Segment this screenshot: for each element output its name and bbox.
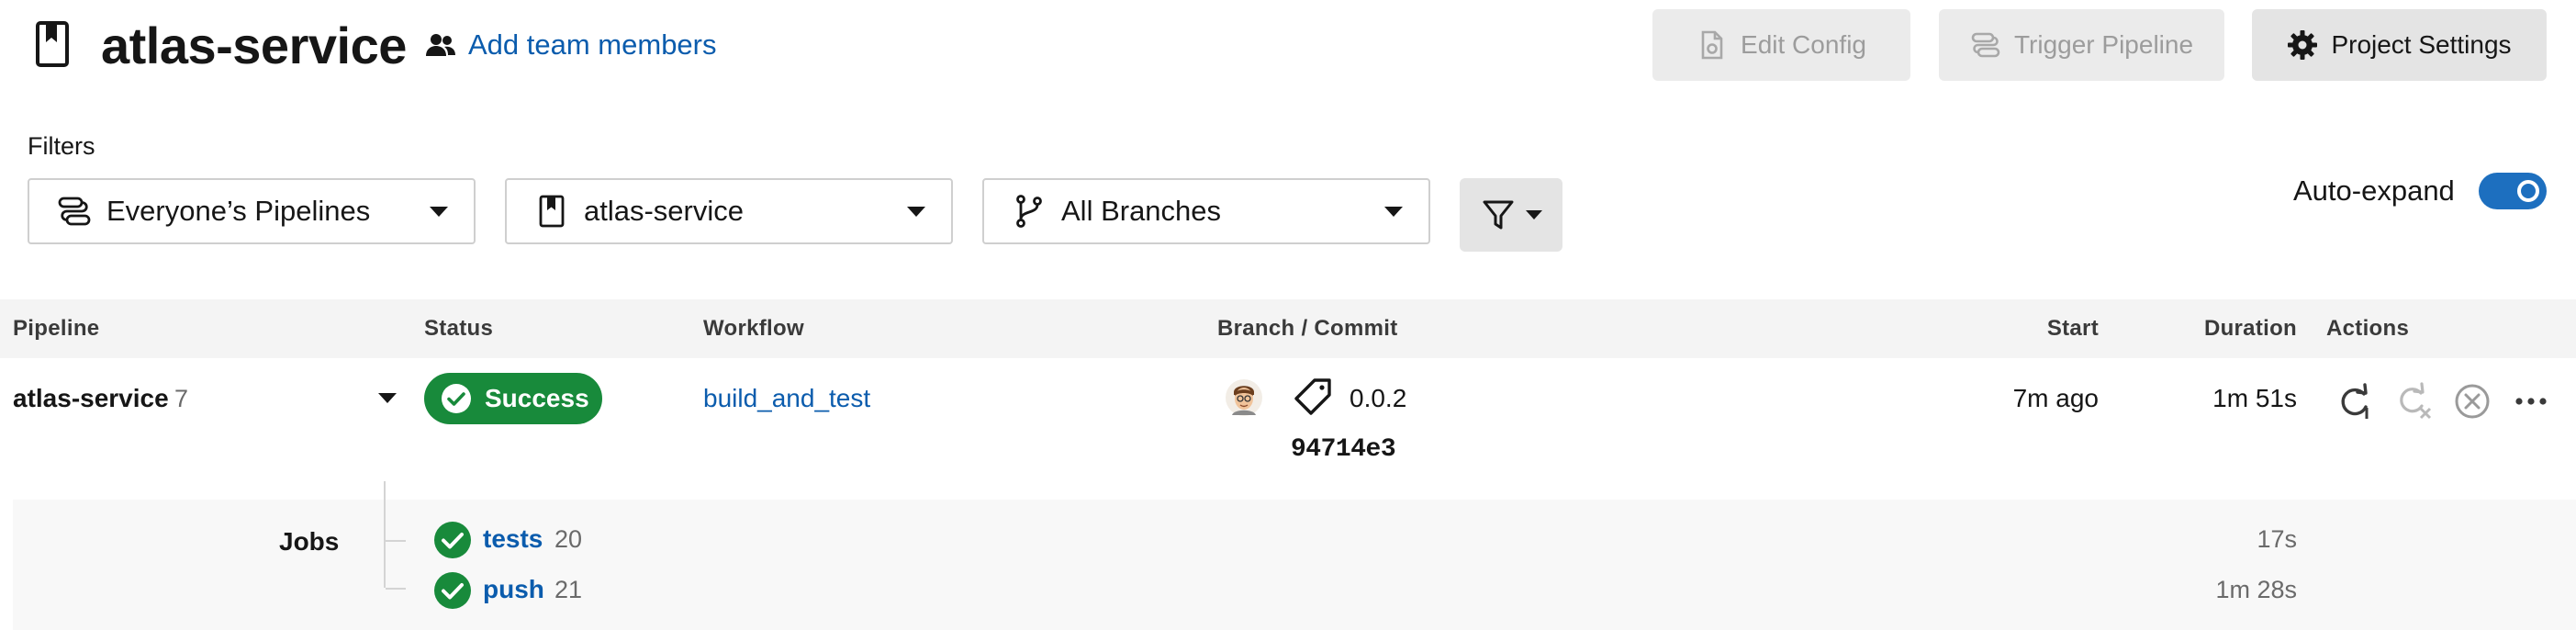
- commit-hash[interactable]: 94714e3: [1291, 432, 1396, 468]
- branches-filter-dropdown[interactable]: All Branches: [982, 178, 1430, 244]
- pipeline-icon: [1971, 32, 2000, 58]
- project-bookmark-icon: [36, 21, 69, 67]
- check-circle-icon: [434, 522, 471, 558]
- funnel-icon: [1483, 200, 1514, 230]
- job-link-push[interactable]: push: [483, 571, 544, 608]
- status-badge[interactable]: Success: [424, 373, 602, 424]
- branches-filter-value: All Branches: [1061, 195, 1222, 227]
- column-header-duration: Duration: [2203, 316, 2297, 341]
- avatar[interactable]: [1225, 378, 1263, 417]
- filters-label: Filters: [28, 132, 95, 160]
- jobs-label: Jobs: [279, 527, 340, 556]
- jobs-panel: [13, 500, 2576, 630]
- column-header-branch-commit: Branch / Commit: [1217, 316, 1398, 341]
- trigger-pipeline-button[interactable]: Trigger Pipeline: [1939, 9, 2224, 81]
- rerun-failed-icon[interactable]: [2394, 382, 2433, 421]
- pipeline-duration: 1m 51s: [2212, 384, 2297, 412]
- git-branch-icon: [1016, 195, 1042, 228]
- chevron-down-icon: [430, 206, 448, 217]
- job-duration: 1m 28s: [2215, 576, 2297, 603]
- trigger-pipeline-label: Trigger Pipeline: [2013, 30, 2194, 59]
- check-circle-icon: [434, 572, 471, 609]
- workflow-link[interactable]: build_and_test: [703, 380, 870, 417]
- pipeline-icon: [58, 197, 91, 226]
- job-duration: 17s: [2257, 525, 2297, 553]
- jobs-tree-line: [384, 481, 386, 588]
- edit-config-label: Edit Config: [1741, 30, 1866, 59]
- check-circle-icon: [442, 384, 471, 413]
- tag-icon: [1294, 378, 1331, 415]
- column-header-pipeline: Pipeline: [13, 316, 100, 341]
- add-team-members-label: Add team members: [468, 28, 717, 61]
- chevron-down-icon[interactable]: [378, 393, 397, 403]
- add-team-members-link[interactable]: Add team members: [424, 24, 717, 66]
- jobs-tree-branch: [386, 540, 406, 542]
- project-filter-value: atlas-service: [584, 195, 744, 227]
- page-title: atlas-service: [101, 17, 407, 74]
- pipelines-filter-dropdown[interactable]: Everyone’s Pipelines: [28, 178, 476, 244]
- project-settings-label: Project Settings: [2331, 30, 2512, 59]
- column-header-status: Status: [424, 316, 494, 341]
- file-gear-icon: [1701, 30, 1723, 60]
- edit-config-button[interactable]: Edit Config: [1652, 9, 1910, 81]
- chevron-down-icon: [1384, 206, 1403, 217]
- auto-expand-toggle[interactable]: [2479, 173, 2547, 209]
- jobs-tree-branch: [386, 588, 406, 590]
- project-settings-button[interactable]: Project Settings: [2252, 9, 2547, 81]
- tag-label[interactable]: 0.0.2: [1350, 380, 1406, 417]
- rerun-icon[interactable]: [2335, 382, 2374, 421]
- more-icon[interactable]: [2512, 382, 2550, 421]
- start-time: 7m ago: [2012, 384, 2099, 412]
- job-link-tests[interactable]: tests: [483, 521, 543, 557]
- column-header-actions: Actions: [2326, 316, 2410, 341]
- people-icon: [426, 34, 455, 56]
- auto-expand-label: Auto-expand: [2293, 174, 2455, 207]
- project-filter-dropdown[interactable]: atlas-service: [505, 178, 953, 244]
- job-number: 20: [554, 525, 583, 553]
- chevron-down-icon: [1526, 210, 1542, 219]
- pipeline-number: 7: [174, 385, 189, 412]
- toggle-knob: [2517, 180, 2539, 202]
- column-header-start: Start: [2046, 316, 2099, 341]
- cancel-icon[interactable]: [2453, 382, 2492, 421]
- status-label: Success: [485, 384, 589, 412]
- job-number: 21: [554, 576, 583, 603]
- column-header-workflow: Workflow: [703, 316, 804, 341]
- pipeline-name: atlas-service: [13, 384, 169, 412]
- advanced-filter-button[interactable]: [1460, 178, 1562, 252]
- chevron-down-icon: [907, 206, 925, 217]
- pipelines-filter-value: Everyone’s Pipelines: [106, 195, 371, 227]
- bookmark-icon: [539, 195, 565, 228]
- gear-icon: [2288, 30, 2318, 60]
